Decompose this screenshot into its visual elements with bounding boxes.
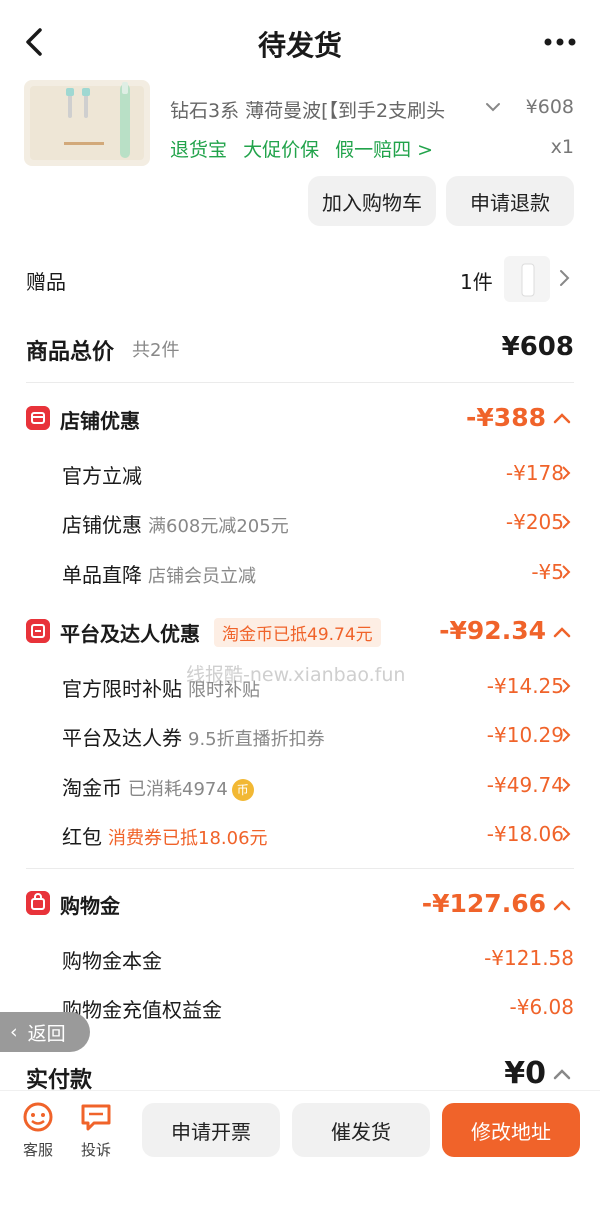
gift-label: 赠品 xyxy=(26,270,66,294)
product-name[interactable]: 钻石3系 薄荷曼波[【到手2支刷头 xyxy=(170,96,470,123)
gift-image[interactable] xyxy=(504,256,550,302)
discount-row-coupon-amount[interactable]: -¥10.29 xyxy=(487,723,564,747)
total-price-label: 商品总价 xyxy=(26,340,115,365)
platform-coin-tag: 淘金币已抵49.74元 xyxy=(214,618,381,647)
discount-row-coin-amount[interactable]: -¥49.74 xyxy=(487,773,564,797)
chevron-left-icon: ‹ xyxy=(10,1021,18,1043)
product-service-tags[interactable]: 退货宝 大促价保 假一赔四 > xyxy=(170,135,443,162)
discount-row-redpacket-amount[interactable]: -¥18.06 xyxy=(487,822,564,846)
chevron-up-icon[interactable] xyxy=(552,622,572,642)
page-title: 待发货 xyxy=(257,29,342,62)
chevron-right-icon[interactable] xyxy=(560,677,572,695)
total-item-count: 共2件 xyxy=(132,340,180,361)
header: 待发货 xyxy=(0,0,600,84)
chevron-right-icon[interactable] xyxy=(560,825,572,843)
paid-amount[interactable]: ¥0 xyxy=(504,1056,546,1091)
shop-icon xyxy=(26,406,50,430)
gold-row-principal-amount: -¥121.58 xyxy=(484,946,574,970)
gold-row-bonus: 购物金充值权益金 xyxy=(62,998,222,1022)
gold-row-bonus-amount: -¥6.08 xyxy=(509,995,574,1019)
customer-service-label: 客服 xyxy=(22,1141,53,1159)
coupon-icon xyxy=(26,619,50,643)
discount-row-redpacket: 红包 消费券已抵18.06元 xyxy=(62,825,268,849)
platform-discount-title: 平台及达人优惠 xyxy=(60,622,200,646)
apply-invoice-button[interactable]: 申请开票 xyxy=(142,1103,280,1157)
chevron-right-icon[interactable] xyxy=(560,563,572,581)
discount-row-subsidy-amount[interactable]: -¥14.25 xyxy=(487,674,564,698)
shop-discount-amount[interactable]: -¥388 xyxy=(466,403,546,432)
customer-service-button[interactable]: 客服 xyxy=(18,1101,58,1160)
product-quantity: x1 xyxy=(550,136,574,158)
product-price: ¥608 xyxy=(525,96,574,118)
chevron-right-icon[interactable] xyxy=(560,776,572,794)
complaint-icon xyxy=(81,1104,111,1131)
add-to-cart-button[interactable]: 加入购物车 xyxy=(308,176,436,226)
shop-discount-title: 店铺优惠 xyxy=(60,409,140,433)
divider xyxy=(26,382,574,383)
discount-row-official-amount[interactable]: -¥178 xyxy=(506,461,564,485)
discount-row-shop-amount[interactable]: -¥205 xyxy=(506,510,564,534)
tag-return-insurance: 退货宝 xyxy=(170,139,228,161)
chevron-up-icon[interactable] xyxy=(552,1064,572,1084)
urge-shipping-button[interactable]: 催发货 xyxy=(292,1103,430,1157)
tag-fake-compensation: 假一赔四 > xyxy=(335,139,434,161)
chevron-right-icon[interactable] xyxy=(560,513,572,531)
discount-row-subsidy: 官方限时补贴 限时补贴 xyxy=(62,677,260,701)
back-float-button[interactable]: ‹ 返回 xyxy=(0,1012,90,1052)
tag-price-protection: 大促价保 xyxy=(243,139,320,161)
customer-service-icon xyxy=(23,1102,53,1132)
gift-count[interactable]: 1件 xyxy=(460,266,493,295)
discount-row-coin: 淘金币 已消耗4974 币 xyxy=(62,772,254,801)
shopping-gold-title: 购物金 xyxy=(60,894,120,918)
discount-row-shop: 店铺优惠 满608元减205元 xyxy=(62,513,289,537)
chevron-down-icon[interactable] xyxy=(484,98,502,116)
complaint-label: 投诉 xyxy=(80,1141,111,1159)
request-refund-button[interactable]: 申请退款 xyxy=(446,176,574,226)
gold-row-principal: 购物金本金 xyxy=(62,949,162,973)
bottom-action-bar: 客服 投诉 申请开票 催发货 修改地址 xyxy=(0,1090,600,1226)
chevron-up-icon[interactable] xyxy=(552,895,572,915)
discount-row-official: 官方立减 xyxy=(62,464,142,488)
chevron-right-icon[interactable] xyxy=(556,268,572,288)
modify-address-button[interactable]: 修改地址 xyxy=(442,1103,580,1157)
chevron-up-icon[interactable] xyxy=(552,408,572,428)
complaint-button[interactable]: 投诉 xyxy=(76,1101,116,1160)
total-price-value: ¥608 xyxy=(501,332,574,362)
shopping-gold-amount[interactable]: -¥127.66 xyxy=(422,889,546,918)
chevron-right-icon[interactable] xyxy=(560,726,572,744)
coin-icon: 币 xyxy=(231,778,254,801)
discount-row-single: 单品直降 店铺会员立减 xyxy=(62,563,256,587)
chevron-right-icon[interactable] xyxy=(560,464,572,482)
discount-row-coupon: 平台及达人券 9.5折直播折扣券 xyxy=(62,726,325,750)
shopping-bag-icon xyxy=(26,891,50,915)
divider xyxy=(26,868,574,869)
more-options-icon[interactable] xyxy=(540,26,580,58)
platform-discount-amount[interactable]: -¥92.34 xyxy=(439,616,546,645)
product-image[interactable] xyxy=(24,80,150,166)
